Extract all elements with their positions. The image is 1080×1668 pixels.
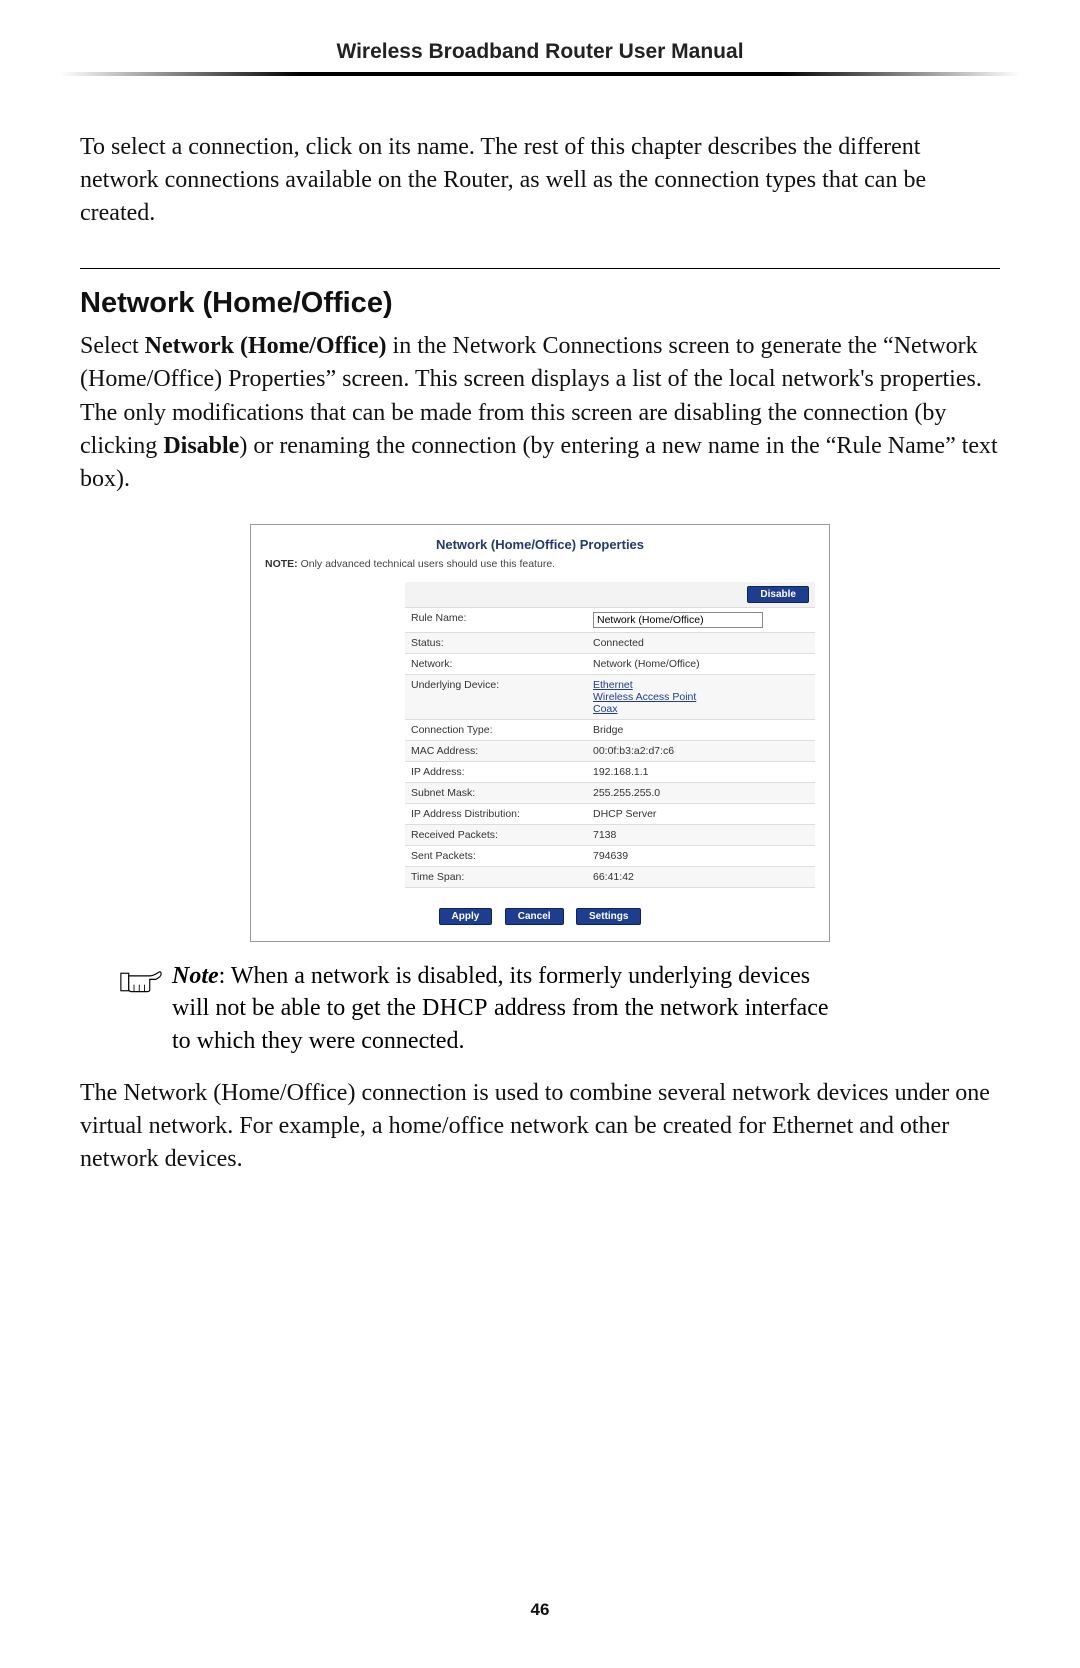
- page-number: 46: [0, 1600, 1080, 1620]
- row-value: 7138: [587, 824, 815, 845]
- row-label: Subnet Mask:: [405, 782, 587, 803]
- row-label: Received Packets:: [405, 824, 587, 845]
- manual-header: Wireless Broadband Router User Manual: [80, 40, 1000, 64]
- note-body: Note: When a network is disabled, its fo…: [172, 960, 840, 1057]
- panel-footer: Apply Cancel Settings: [265, 906, 815, 925]
- rule-name-row: Rule Name:: [405, 607, 815, 632]
- closing-paragraph: The Network (Home/Office) connection is …: [80, 1077, 1000, 1176]
- rule-name-label: Rule Name:: [405, 607, 587, 632]
- settings-button[interactable]: Settings: [576, 908, 641, 925]
- disable-button[interactable]: Disable: [747, 586, 809, 603]
- properties-panel: Network (Home/Office) Properties NOTE: O…: [250, 524, 830, 942]
- row-value: 794639: [587, 845, 815, 866]
- row-label: Underlying Device:: [405, 674, 587, 719]
- row-value: 192.168.1.1: [587, 761, 815, 782]
- row-value: 66:41:42: [587, 866, 815, 887]
- row-value: Bridge: [587, 719, 815, 740]
- row-label: Connection Type:: [405, 719, 587, 740]
- table-row: Connection Type: Bridge: [405, 719, 815, 740]
- row-label: Status:: [405, 632, 587, 653]
- section-divider: [80, 268, 1000, 269]
- section-heading: Network (Home/Office): [80, 287, 1000, 320]
- row-value: 00:0f:b3:a2:d7:c6: [587, 740, 815, 761]
- section-paragraph: Select Network (Home/Office) in the Netw…: [80, 330, 1000, 496]
- row-label: Time Span:: [405, 866, 587, 887]
- table-row: Time Span: 66:41:42: [405, 866, 815, 887]
- table-row: MAC Address: 00:0f:b3:a2:d7:c6: [405, 740, 815, 761]
- bold-text: Network (Home/Office): [145, 333, 387, 359]
- row-value: DHCP Server: [587, 803, 815, 824]
- row-label: IP Address:: [405, 761, 587, 782]
- panel-title: Network (Home/Office) Properties: [265, 537, 815, 552]
- bold-text: Disable: [163, 433, 239, 459]
- note-prefix: Note: [172, 963, 219, 989]
- disable-row: Disable: [405, 582, 815, 608]
- table-row: Sent Packets: 794639: [405, 845, 815, 866]
- dhcp-text: DHCP: [422, 995, 488, 1021]
- table-row: Subnet Mask: 255.255.255.0: [405, 782, 815, 803]
- device-link[interactable]: Coax: [593, 703, 618, 715]
- table-row: IP Address: 192.168.1.1: [405, 761, 815, 782]
- row-label: Network:: [405, 653, 587, 674]
- row-value-status: Connected: [587, 632, 815, 653]
- row-label: MAC Address:: [405, 740, 587, 761]
- properties-table: Disable Rule Name: Status: Connected Net…: [405, 582, 815, 888]
- note-label: NOTE:: [265, 558, 298, 570]
- table-row: IP Address Distribution: DHCP Server: [405, 803, 815, 824]
- row-label: Sent Packets:: [405, 845, 587, 866]
- device-link[interactable]: Ethernet: [593, 679, 633, 691]
- row-value: Network (Home/Office): [587, 653, 815, 674]
- row-label: IP Address Distribution:: [405, 803, 587, 824]
- pointing-hand-icon: [120, 964, 162, 1000]
- device-link[interactable]: Wireless Access Point: [593, 691, 696, 703]
- intro-paragraph: To select a connection, click on its nam…: [80, 131, 1000, 230]
- note-block: Note: When a network is disabled, its fo…: [120, 960, 840, 1057]
- table-row: Underlying Device: Ethernet Wireless Acc…: [405, 674, 815, 719]
- apply-button[interactable]: Apply: [439, 908, 493, 925]
- panel-note: NOTE: Only advanced technical users shou…: [265, 558, 815, 570]
- text: Select: [80, 333, 145, 359]
- header-divider: [60, 72, 1020, 76]
- row-value: Ethernet Wireless Access Point Coax: [587, 674, 815, 719]
- row-value: 255.255.255.0: [587, 782, 815, 803]
- table-row: Received Packets: 7138: [405, 824, 815, 845]
- table-row: Status: Connected: [405, 632, 815, 653]
- cancel-button[interactable]: Cancel: [505, 908, 564, 925]
- table-row: Network: Network (Home/Office): [405, 653, 815, 674]
- rule-name-input[interactable]: [593, 612, 763, 628]
- note-text: Only advanced technical users should use…: [298, 558, 555, 570]
